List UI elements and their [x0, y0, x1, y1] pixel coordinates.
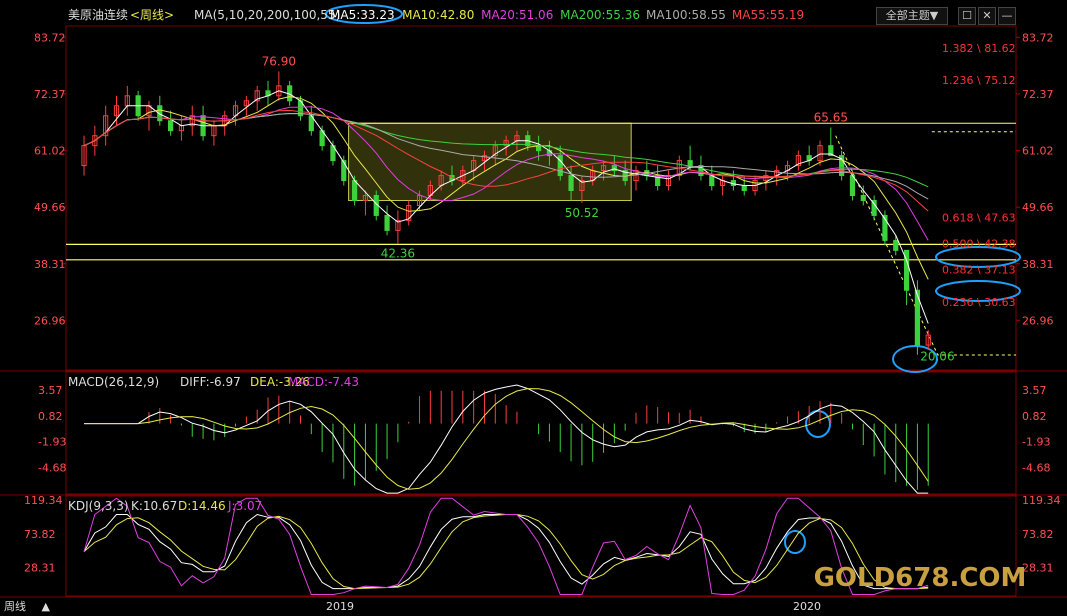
- ma-value-1: MA10:42.80: [402, 8, 474, 22]
- candles-layer: [81, 71, 931, 355]
- macd-tick-left: 3.57: [38, 384, 63, 397]
- period-arrow-icon: ▲: [41, 600, 50, 613]
- y-tick-left: 61.02: [34, 145, 66, 158]
- candle-body: [849, 175, 856, 197]
- chart-canvas: 83.72 72.37 61.02 49.66 38.31 26.96 83.72 72.37…: [0, 4, 1067, 613]
- fib-label-0: 1.382 \ 81.62: [942, 42, 1016, 55]
- macd-tick-right: -4.68: [1022, 462, 1050, 475]
- ma-value-3: MA200:55.36: [560, 8, 640, 22]
- macd-diff: DIFF:-6.97: [180, 375, 241, 389]
- period-label: 周线: [4, 600, 26, 613]
- kdj-tick-left: 119.34: [24, 494, 63, 507]
- minimize-button[interactable]: —: [998, 7, 1016, 25]
- period-button[interactable]: 周线 ▲: [4, 598, 64, 614]
- fib-label-4: 0.382 \ 37.13: [942, 264, 1016, 277]
- y-tick-right: 61.02: [1022, 145, 1054, 158]
- fib-label-1: 1.236 \ 75.12: [942, 74, 1016, 87]
- annot-high-2020: 65.65: [814, 110, 848, 124]
- macd-dea-line: [84, 388, 929, 490]
- fib-label-2: 0.618 \ 47.63: [942, 211, 1016, 224]
- overlay-layer: [66, 4, 1021, 554]
- watermark: GOLD678.COM: [814, 563, 1027, 593]
- kdj-tick-right: 28.31: [1022, 562, 1054, 575]
- fib-label-5: 0.236 \ 30.63: [942, 296, 1016, 309]
- maximize-button[interactable]: ☐: [958, 7, 976, 25]
- macd-hist-label: MACD:-7.43: [288, 375, 359, 389]
- y-tick-right: 72.37: [1022, 88, 1054, 101]
- consolidation-box: [348, 122, 632, 201]
- kdj-label: KDJ(9,3,3): [68, 499, 129, 513]
- x-label-2020: 2020: [793, 600, 821, 613]
- y-tick-left: 83.72: [34, 31, 66, 44]
- labels-layer: 83.72 72.37 61.02 49.66 38.31 26.96 83.72 72.37…: [24, 7, 1061, 613]
- ma-value-2: MA20:51.06: [481, 8, 553, 22]
- macd-tick-left: -1.93: [38, 436, 66, 449]
- candle-body: [860, 195, 866, 201]
- close-button[interactable]: ✕: [978, 7, 996, 25]
- annot-high-2018: 76.90: [262, 54, 296, 68]
- macd-tick-left: 0.82: [38, 410, 63, 423]
- theme-select[interactable]: 全部主题▼: [876, 7, 948, 25]
- kdj-j: J:3.07: [227, 499, 262, 513]
- y-tick-left: 26.96: [34, 314, 66, 327]
- candle-body: [568, 175, 574, 192]
- candle-body: [168, 120, 174, 132]
- candle-body: [893, 239, 899, 251]
- kdj-tick-right: 119.34: [1022, 494, 1061, 507]
- macd-layer: [84, 384, 929, 494]
- annot-low-2020: 20.06: [920, 350, 954, 364]
- y-tick-right: 26.96: [1022, 314, 1054, 327]
- ma-value-4: MA100:58.55: [646, 8, 726, 22]
- candle-body: [687, 160, 693, 167]
- candle-body: [741, 185, 747, 192]
- instrument-name: 美原油连续: [68, 7, 128, 22]
- y-tick-right: 38.31: [1022, 258, 1054, 271]
- y-tick-left: 38.31: [34, 258, 66, 271]
- kdj-tick-right: 73.82: [1022, 528, 1054, 541]
- period-tag: <周线>: [130, 8, 174, 22]
- candle-body: [341, 160, 347, 182]
- candle-body: [709, 175, 715, 187]
- annot-low-2018: 42.36: [381, 247, 415, 261]
- macd-diff-line: [84, 384, 929, 494]
- y-tick-right: 83.72: [1022, 31, 1054, 44]
- y-tick-left: 72.37: [34, 88, 66, 101]
- macd-tick-right: 0.82: [1022, 410, 1047, 423]
- y-tick-right: 49.66: [1022, 201, 1054, 214]
- highlight-ellipse: [784, 530, 806, 554]
- x-label-2019: 2019: [326, 600, 354, 613]
- fib-label-3: 0.500 \ 42.38: [942, 237, 1016, 250]
- macd-tick-right: 3.57: [1022, 384, 1047, 397]
- annot-range-low: 50.52: [565, 206, 599, 220]
- candle-body: [384, 214, 390, 231]
- kdj-d: D:14.46: [178, 499, 226, 513]
- kdj-tick-left: 73.82: [24, 528, 56, 541]
- macd-tick-right: -1.93: [1022, 436, 1050, 449]
- ma-value-0: MA5:33.23: [330, 8, 395, 22]
- kdj-tick-left: 28.31: [24, 562, 56, 575]
- ma-label: MA(5,10,20,200,100,55): [194, 8, 340, 22]
- panel-frame: [65, 371, 1017, 495]
- kdj-k: K:10.67: [131, 499, 177, 513]
- ma-value-5: MA55:55.19: [732, 8, 804, 22]
- candle-body: [351, 180, 358, 201]
- macd-tick-left: -4.68: [38, 462, 66, 475]
- y-tick-left: 49.66: [34, 201, 66, 214]
- macd-label: MACD(26,12,9): [68, 375, 159, 389]
